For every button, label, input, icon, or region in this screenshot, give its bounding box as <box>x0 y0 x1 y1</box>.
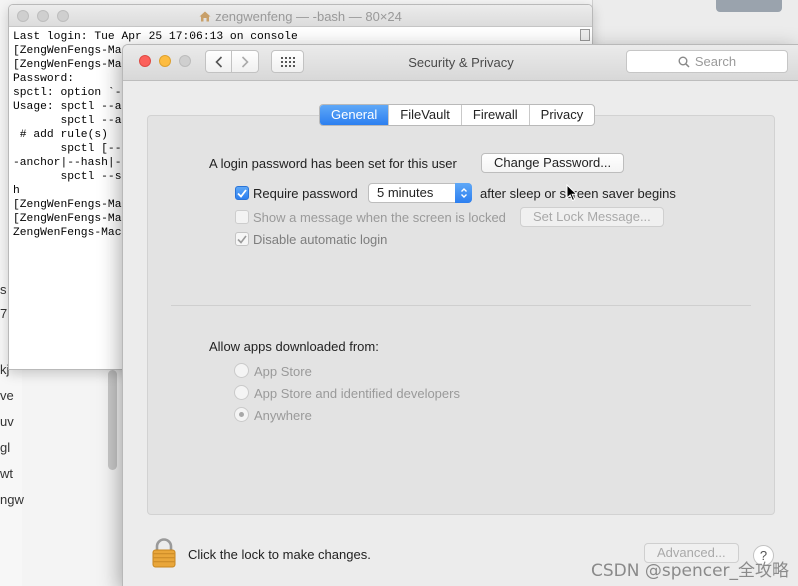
terminal-title-text: zengwenfeng — -bash — 80×24 <box>215 9 402 24</box>
background-scrollbar[interactable] <box>108 370 117 470</box>
disable-auto-login-checkbox[interactable] <box>235 232 249 246</box>
background-sidebar-item: ngw <box>0 492 24 507</box>
background-sidebar-item: uv <box>0 414 14 429</box>
watermark: CSDN @spencer_全攻略 <box>591 561 790 581</box>
require-password-delay-value: 5 minutes <box>377 185 434 200</box>
background-thumbnail <box>716 0 782 12</box>
background-sidebar-item: s <box>0 282 7 297</box>
terminal-line: Last login: Tue Apr 25 17:06:13 on conso… <box>13 31 298 43</box>
tab-filevault[interactable]: FileVault <box>388 105 461 125</box>
terminal-title: zengwenfeng — -bash — 80×24 <box>9 9 592 24</box>
search-input[interactable]: Search <box>626 50 788 73</box>
lock-status-text: Click the lock to make changes. <box>188 547 371 562</box>
require-password-checkbox[interactable] <box>235 186 249 200</box>
search-icon <box>678 56 690 68</box>
window-toolbar[interactable]: Security & Privacy Search <box>123 45 798 81</box>
require-password-delay-select[interactable]: 5 minutes <box>368 183 472 203</box>
radio-anywhere[interactable] <box>234 407 249 422</box>
lock-icon[interactable] <box>151 538 177 568</box>
home-icon <box>199 11 211 22</box>
radio-identified-developers[interactable] <box>234 385 249 400</box>
tab-bar: General FileVault Firewall Privacy <box>319 104 596 126</box>
require-password-label: Require password <box>253 186 358 201</box>
background-sidebar-item: gl <box>0 440 11 455</box>
tab-privacy[interactable]: Privacy <box>528 105 595 125</box>
select-stepper[interactable] <box>455 183 472 203</box>
checkmark-icon <box>237 188 247 198</box>
mouse-cursor-icon <box>566 184 578 202</box>
terminal-titlebar[interactable]: zengwenfeng — -bash — 80×24 <box>9 5 592 27</box>
security-privacy-window[interactable]: Security & Privacy Search General FileVa… <box>122 44 798 586</box>
show-message-checkbox[interactable] <box>235 210 249 224</box>
chevron-up-down-icon <box>460 188 467 198</box>
checkmark-icon <box>237 235 247 244</box>
tab-firewall[interactable]: Firewall <box>460 105 529 125</box>
set-lock-message-button[interactable]: Set Lock Message... <box>520 207 664 227</box>
allow-apps-heading: Allow apps downloaded from: <box>209 339 379 354</box>
general-panel <box>147 115 775 515</box>
radio-identified-developers-label: App Store and identified developers <box>254 386 460 401</box>
section-divider <box>171 305 751 306</box>
search-placeholder: Search <box>694 54 737 69</box>
background-sidebar-item: ve <box>0 388 14 403</box>
background-sidebar-item: wt <box>0 466 13 481</box>
radio-anywhere-label: Anywhere <box>254 408 312 423</box>
terminal-scroll-indicator[interactable] <box>580 29 590 41</box>
change-password-button[interactable]: Change Password... <box>481 153 625 173</box>
radio-app-store[interactable] <box>234 363 249 378</box>
show-message-label: Show a message when the screen is locked <box>253 210 506 225</box>
tab-general[interactable]: General <box>320 105 389 125</box>
disable-auto-login-label: Disable automatic login <box>253 232 388 247</box>
radio-app-store-label: App Store <box>254 364 312 379</box>
login-password-status: A login password has been set for this u… <box>209 156 457 171</box>
